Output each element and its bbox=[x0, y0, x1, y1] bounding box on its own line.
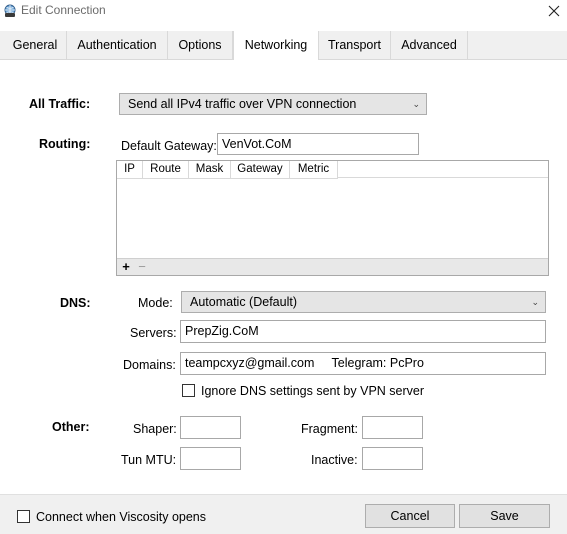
default-gateway-input[interactable]: VenVot.CoM bbox=[217, 133, 419, 155]
chevron-down-icon: ⌄ bbox=[531, 297, 539, 307]
fragment-label: Fragment: bbox=[301, 422, 358, 436]
header-divider bbox=[338, 177, 548, 178]
dns-servers-input[interactable]: PrepZig.CoM bbox=[180, 320, 546, 343]
remove-route-button[interactable]: − bbox=[134, 259, 150, 274]
default-gateway-label: Default Gateway: bbox=[121, 139, 217, 153]
column-route[interactable]: Route bbox=[143, 161, 189, 178]
routing-table-toolbar: + − bbox=[117, 258, 548, 275]
tab-advanced[interactable]: Advanced bbox=[391, 31, 468, 59]
fragment-input[interactable] bbox=[362, 416, 423, 439]
all-traffic-select[interactable]: Send all IPv4 traffic over VPN connectio… bbox=[119, 93, 427, 115]
tab-transport[interactable]: Transport bbox=[319, 31, 391, 59]
shaper-label: Shaper: bbox=[133, 422, 177, 436]
ignore-dns-label: Ignore DNS settings sent by VPN server bbox=[201, 384, 425, 398]
all-traffic-value: Send all IPv4 traffic over VPN connectio… bbox=[128, 97, 357, 111]
save-button[interactable]: Save bbox=[459, 504, 550, 528]
routing-table[interactable]: IP Route Mask Gateway Metric + − bbox=[116, 160, 549, 276]
dns-mode-label: Mode: bbox=[138, 296, 173, 310]
tab-general[interactable]: General bbox=[4, 31, 67, 59]
inactive-input[interactable] bbox=[362, 447, 423, 470]
dns-label: DNS: bbox=[60, 296, 91, 310]
connect-on-open-label: Connect when Viscosity opens bbox=[36, 510, 207, 524]
all-traffic-label: All Traffic: bbox=[29, 97, 91, 111]
dns-mode-select[interactable]: Automatic (Default) ⌄ bbox=[181, 291, 546, 313]
title-bar: Edit Connection bbox=[0, 0, 567, 24]
inactive-label: Inactive: bbox=[311, 453, 358, 467]
column-mask[interactable]: Mask bbox=[189, 161, 231, 178]
cancel-button[interactable]: Cancel bbox=[365, 504, 455, 528]
connect-on-open-checkbox[interactable] bbox=[17, 510, 30, 523]
tab-authentication[interactable]: Authentication bbox=[67, 31, 168, 59]
close-button[interactable] bbox=[543, 1, 565, 21]
column-gateway[interactable]: Gateway bbox=[231, 161, 290, 178]
tun-mtu-label: Tun MTU: bbox=[121, 453, 177, 467]
other-label: Other: bbox=[52, 420, 90, 434]
dns-domains-label: Domains: bbox=[123, 358, 176, 372]
chevron-down-icon: ⌄ bbox=[412, 99, 420, 109]
column-ip[interactable]: IP bbox=[117, 161, 143, 178]
routing-label: Routing: bbox=[39, 137, 91, 151]
dns-servers-label: Servers: bbox=[130, 326, 177, 340]
tab-networking[interactable]: Networking bbox=[233, 31, 319, 60]
dns-mode-value: Automatic (Default) bbox=[190, 295, 297, 309]
column-metric[interactable]: Metric bbox=[290, 161, 338, 178]
shaper-input[interactable] bbox=[180, 416, 241, 439]
dns-domains-input[interactable]: teampcxyz@gmail.com Telegram: PcPro bbox=[180, 352, 546, 375]
tun-mtu-input[interactable] bbox=[180, 447, 241, 470]
ignore-dns-checkbox[interactable] bbox=[182, 384, 195, 397]
close-icon bbox=[548, 5, 560, 17]
tab-strip: General Authentication Options Networkin… bbox=[0, 31, 567, 60]
routing-table-header: IP Route Mask Gateway Metric bbox=[117, 161, 338, 179]
dialog-footer: Connect when Viscosity opens Cancel Save bbox=[0, 494, 567, 534]
tab-options[interactable]: Options bbox=[168, 31, 233, 59]
viscosity-globe-icon bbox=[4, 4, 16, 17]
window-title: Edit Connection bbox=[21, 3, 106, 17]
add-route-button[interactable]: + bbox=[118, 259, 134, 274]
